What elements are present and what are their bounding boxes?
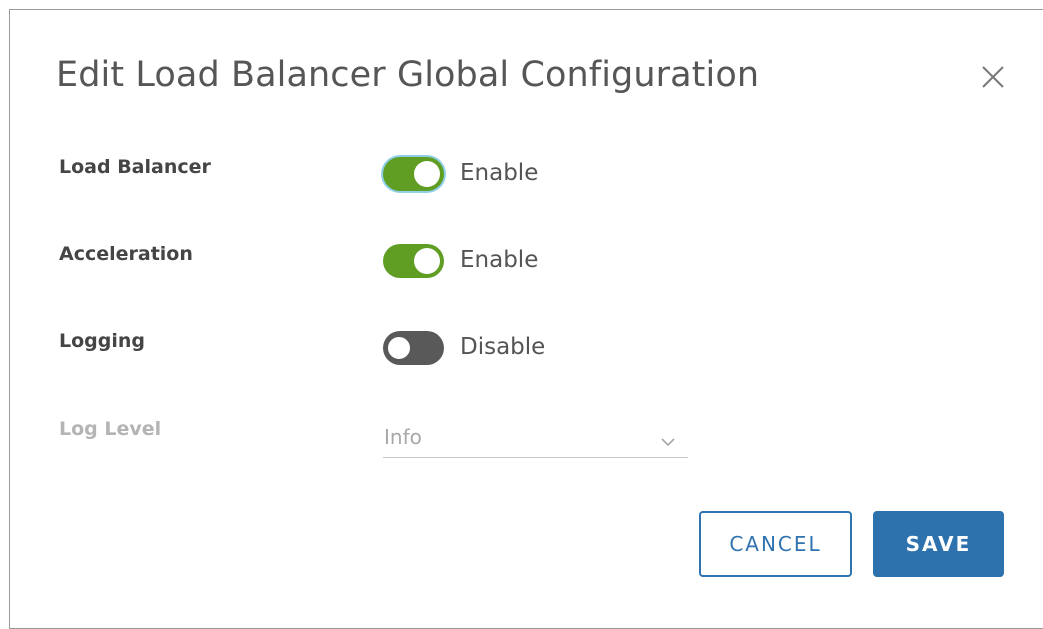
logging-state: Disable (460, 334, 546, 360)
close-icon[interactable] (980, 64, 1006, 90)
cancel-button[interactable]: CANCEL (699, 511, 852, 577)
acceleration-label: Acceleration (59, 243, 193, 265)
log-level-select[interactable]: Info (383, 420, 688, 458)
log-level-value: Info (384, 425, 422, 449)
dialog-title: Edit Load Balancer Global Configuration (56, 55, 760, 95)
acceleration-toggle[interactable] (383, 244, 444, 278)
chevron-down-icon (660, 432, 676, 447)
toggle-knob (414, 248, 440, 274)
load-balancer-toggle[interactable] (383, 157, 444, 191)
logging-toggle[interactable] (383, 331, 444, 365)
logging-label: Logging (59, 330, 146, 352)
load-balancer-state: Enable (460, 160, 539, 186)
load-balancer-label: Load Balancer (59, 156, 211, 178)
toggle-knob (414, 161, 440, 187)
acceleration-state: Enable (460, 247, 539, 273)
save-button[interactable]: SAVE (873, 511, 1004, 577)
log-level-label: Log Level (59, 418, 162, 440)
toggle-knob (386, 335, 412, 361)
